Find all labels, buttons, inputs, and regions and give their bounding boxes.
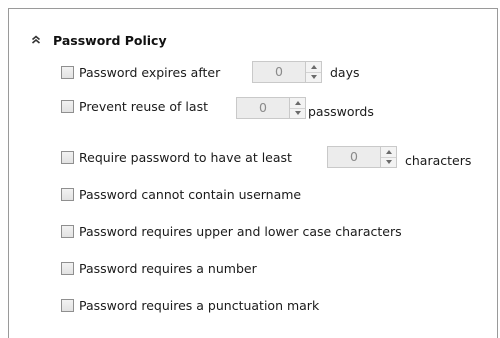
reuse-value[interactable]: 0 [237, 98, 289, 118]
min-length-value[interactable]: 0 [328, 147, 380, 167]
number-row: Password requires a number [61, 258, 257, 278]
expires-unit: days [330, 64, 360, 80]
no-username-row: Password cannot contain username [61, 184, 301, 204]
reuse-stepper[interactable]: 0 [236, 97, 306, 119]
reuse-label: Prevent reuse of last [79, 98, 208, 114]
password-policy-panel: Password Policy Password expires after 0… [8, 8, 498, 338]
chevron-double-up-icon[interactable] [29, 33, 43, 47]
number-checkbox[interactable] [61, 261, 74, 275]
reuse-checkbox[interactable] [61, 99, 74, 113]
mixed-case-checkbox[interactable] [61, 224, 74, 238]
expires-row: Password expires after 0 days [61, 61, 360, 83]
min-length-increment-button[interactable] [381, 147, 396, 158]
mixed-case-label: Password requires upper and lower case c… [79, 223, 402, 239]
arrow-up-icon [294, 100, 301, 105]
reuse-unit: passwords [308, 103, 374, 119]
min-length-checkbox[interactable] [61, 150, 74, 164]
reuse-increment-button[interactable] [290, 98, 305, 109]
min-length-decrement-button[interactable] [381, 157, 396, 167]
mixed-case-row: Password requires upper and lower case c… [61, 221, 402, 241]
min-length-row: Require password to have at least 0 char… [61, 146, 472, 168]
expires-stepper[interactable]: 0 [252, 61, 322, 83]
arrow-up-icon [385, 149, 392, 154]
min-length-stepper[interactable]: 0 [327, 146, 397, 168]
reuse-spin-buttons [289, 98, 305, 118]
arrow-down-icon [310, 75, 317, 80]
expires-spin-buttons [305, 62, 321, 82]
punctuation-label: Password requires a punctuation mark [79, 297, 320, 313]
arrow-up-icon [310, 64, 317, 69]
min-length-label: Require password to have at least [79, 149, 292, 165]
expires-value[interactable]: 0 [253, 62, 305, 82]
section-title: Password Policy [53, 32, 167, 48]
arrow-down-icon [385, 160, 392, 165]
expires-checkbox[interactable] [61, 65, 74, 79]
no-username-checkbox[interactable] [61, 187, 74, 201]
expires-increment-button[interactable] [306, 62, 321, 73]
number-label: Password requires a number [79, 260, 257, 276]
reuse-decrement-button[interactable] [290, 108, 305, 118]
section-header[interactable]: Password Policy [29, 32, 167, 48]
punctuation-row: Password requires a punctuation mark [61, 295, 319, 315]
expires-decrement-button[interactable] [306, 72, 321, 82]
min-length-unit: characters [405, 152, 472, 168]
expires-label: Password expires after [79, 64, 221, 80]
arrow-down-icon [294, 111, 301, 116]
min-length-spin-buttons [380, 147, 396, 167]
no-username-label: Password cannot contain username [79, 186, 302, 202]
punctuation-checkbox[interactable] [61, 298, 74, 312]
reuse-row: Prevent reuse of last 0 passwords [61, 96, 374, 119]
